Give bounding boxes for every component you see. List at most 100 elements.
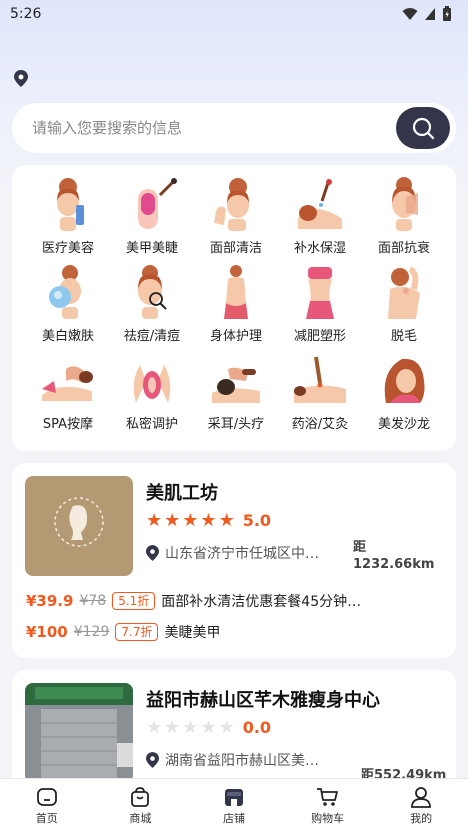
location-pin-icon <box>14 70 28 87</box>
slimming-icon <box>306 267 334 319</box>
cart-icon <box>316 787 338 806</box>
head-therapy-icon <box>212 367 260 403</box>
category-label: 补水保湿 <box>293 241 346 256</box>
deal-title: 美睫美甲 <box>164 625 221 641</box>
star-icon: ★ <box>146 509 163 531</box>
category-ear-head[interactable]: 采耳/头疗 <box>194 351 278 439</box>
category-hair-removal[interactable]: 脱毛 <box>362 263 446 351</box>
category-grid: 医疗美容 美甲美睫 面部清洁 补水保湿 面部抗衰 美白嫩肤 祛痘/清痘 身体护理… <box>26 175 446 439</box>
hair-salon-icon <box>384 358 425 403</box>
shop-logo-image <box>25 476 133 576</box>
store-icon <box>224 788 243 806</box>
rating-stars: ★ ★ ★ ★ ★ 0.0 <box>146 718 271 737</box>
shop-thumbnail <box>25 476 133 576</box>
user-icon <box>411 786 432 808</box>
search-button[interactable] <box>396 107 450 149</box>
category-spa[interactable]: SPA按摩 <box>26 351 110 439</box>
deal-price: ¥39.9 <box>26 592 74 610</box>
shop-card[interactable]: 美肌工坊 ★ ★ ★ ★ ★ 5.0 山东省济宁市任城区中… 距 1232.66… <box>12 463 456 658</box>
shopping-bag-icon <box>131 786 150 807</box>
bottom-tab-bar: 首页 商城 店铺 购物车 我的 <box>0 778 468 832</box>
star-icon: ★ <box>164 716 181 738</box>
rating-value: 5.0 <box>242 511 272 530</box>
deal-discount-badge: 7.7折 <box>115 623 159 641</box>
location-pin-icon <box>146 545 159 561</box>
category-slimming[interactable]: 减肥塑形 <box>278 263 362 351</box>
tab-label: 店铺 <box>222 811 245 825</box>
tab-mine[interactable]: 我的 <box>374 779 468 832</box>
deal-original-price: ¥78 <box>79 593 107 609</box>
category-label: 减肥塑形 <box>293 329 346 344</box>
deal-price: ¥100 <box>26 623 68 641</box>
face-care-icon <box>392 177 418 231</box>
tab-mall[interactable]: 商城 <box>94 779 188 832</box>
distance-prefix: 距 <box>353 540 367 555</box>
shop-address: 山东省济宁市任城区中… <box>165 546 319 562</box>
wifi-icon <box>402 8 418 20</box>
deal-row[interactable]: ¥100 ¥129 7.7折 美睫美甲 <box>26 622 220 642</box>
woman-face-icon <box>57 178 84 231</box>
category-label: 采耳/头疗 <box>207 417 265 432</box>
category-body-care[interactable]: 身体护理 <box>194 263 278 351</box>
location-pin-icon <box>146 752 159 768</box>
signal-icon <box>425 8 435 20</box>
massage-icon <box>42 366 93 401</box>
rating-stars: ★ ★ ★ ★ ★ 5.0 <box>146 511 271 530</box>
rating-value: 0.0 <box>242 718 272 737</box>
category-nails-lashes[interactable]: 美甲美睫 <box>110 175 194 263</box>
category-private-care[interactable]: 私密调护 <box>110 351 194 439</box>
category-moxibustion[interactable]: 药浴/艾灸 <box>278 351 362 439</box>
shop-distance: 1232.66km <box>353 557 435 572</box>
shop-address-row: 山东省济宁市任城区中… <box>146 543 319 563</box>
category-label: 美甲美睫 <box>125 241 178 256</box>
dropper-icon <box>298 179 342 229</box>
category-label: 祛痘/清痘 <box>123 329 181 344</box>
category-anti-aging[interactable]: 面部抗衰 <box>362 175 446 263</box>
search-input[interactable] <box>32 119 372 137</box>
tab-store[interactable]: 店铺 <box>187 779 281 832</box>
moxibustion-icon <box>294 356 346 403</box>
category-label: 药浴/艾灸 <box>291 417 349 432</box>
category-face-clean[interactable]: 面部清洁 <box>194 175 278 263</box>
battery-icon <box>443 6 451 21</box>
category-hydration[interactable]: 补水保湿 <box>278 175 362 263</box>
status-time: 5:26 <box>10 6 42 22</box>
star-icon: ★ <box>200 716 217 738</box>
body-care-icon <box>224 265 248 319</box>
storefront-image <box>25 683 133 783</box>
category-label: 美发沙龙 <box>377 417 430 432</box>
star-icon: ★ <box>146 716 163 738</box>
nail-polish-icon <box>138 178 177 229</box>
category-label: 私密调护 <box>125 417 178 432</box>
deal-row[interactable]: ¥39.9 ¥78 5.1折 面部补水清洁优惠套餐45分钟… <box>26 591 361 611</box>
search-icon <box>412 117 435 140</box>
category-panel: 医疗美容 美甲美睫 面部清洁 补水保湿 面部抗衰 美白嫩肤 祛痘/清痘 身体护理… <box>12 165 456 451</box>
tab-label: 商城 <box>129 811 152 825</box>
star-icon: ★ <box>182 509 199 531</box>
tab-cart[interactable]: 购物车 <box>281 779 375 832</box>
category-label: 面部抗衰 <box>377 241 430 256</box>
shop-address-row: 湖南省益阳市赫山区美… <box>146 750 319 770</box>
location-selector[interactable] <box>14 70 28 87</box>
status-icons <box>402 6 452 22</box>
deal-original-price: ¥129 <box>73 624 110 640</box>
tab-home[interactable]: 首页 <box>0 779 94 832</box>
category-whitening[interactable]: 美白嫩肤 <box>26 263 110 351</box>
category-acne[interactable]: 祛痘/清痘 <box>110 263 194 351</box>
face-clean-icon <box>214 178 249 231</box>
private-care-icon <box>133 365 171 403</box>
acne-magnifier-icon <box>138 265 167 319</box>
star-icon: ★ <box>182 716 199 738</box>
category-label: 美白嫩肤 <box>41 329 94 344</box>
search-bar <box>12 103 456 153</box>
skin-whitening-icon <box>49 265 81 319</box>
shop-name: 美肌工坊 <box>146 483 218 504</box>
tab-label: 首页 <box>35 811 58 825</box>
home-icon <box>36 787 57 806</box>
star-icon: ★ <box>218 716 235 738</box>
category-medical-beauty[interactable]: 医疗美容 <box>26 175 110 263</box>
category-hair-salon[interactable]: 美发沙龙 <box>362 351 446 439</box>
deal-title: 面部补水清洁优惠套餐45分钟… <box>161 594 362 610</box>
tab-label: 我的 <box>410 811 433 825</box>
category-label: SPA按摩 <box>42 417 94 432</box>
